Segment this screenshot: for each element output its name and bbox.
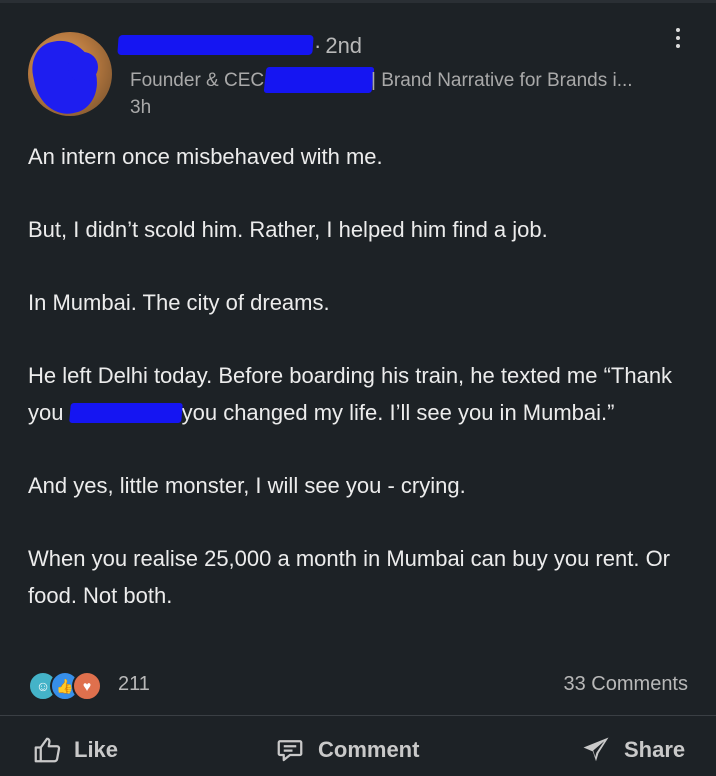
post-paragraph: He left Delhi today. Before boarding his… [28,357,688,431]
post-paragraph: In Mumbai. The city of dreams. [28,290,330,315]
post-time: 3h [130,97,152,118]
author-headline-end: | Brand Narrative for Brands i... [371,70,633,91]
post-text: you changed my life. I’ll see you in Mum… [181,400,615,425]
more-options-icon[interactable] [670,24,686,54]
post-paragraph: But, I didn’t scold him. Rather, I helpe… [28,217,548,242]
comment-button[interactable]: Comment [274,730,419,770]
like-button[interactable]: Like [32,730,118,770]
avatar[interactable] [28,32,112,116]
actions-divider [0,715,716,716]
send-icon [583,737,609,762]
post-paragraph: When you realise 25,000 a month in Mumba… [28,546,671,608]
post-paragraph: And yes, little monster, I will see you … [28,473,466,498]
post-paragraph: An intern once misbehaved with me. [28,144,383,169]
like-label: Like [74,737,119,762]
share-button[interactable]: Share [580,730,685,770]
share-label: Share [624,737,686,762]
name-redaction [68,403,183,423]
love-reaction-icon: ♥ [72,671,102,701]
connection-degree: · 2nd [314,33,363,58]
headline-redaction [263,67,375,93]
author-headline-start: Founder & CEC [130,70,265,91]
comments-count[interactable]: 33 Comments [564,673,689,696]
comment-icon [277,740,303,762]
redaction-scribble [68,52,98,82]
thumbs-up-icon [34,737,61,763]
reaction-count[interactable]: 211 [118,673,150,696]
author-name-redacted[interactable] [117,35,314,55]
comment-label: Comment [318,737,420,762]
top-divider [0,0,716,3]
post-body: An intern once misbehaved with me. But, … [28,138,688,614]
